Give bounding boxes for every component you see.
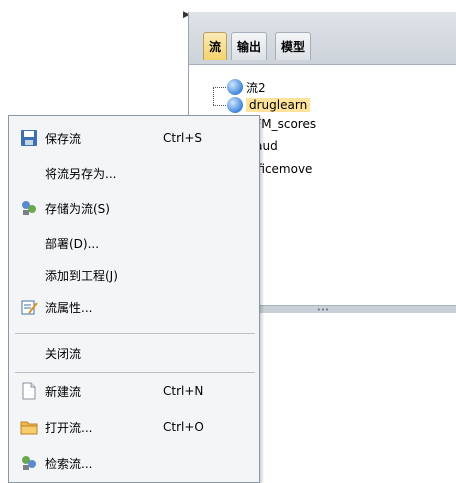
menu-item-close-stream[interactable]: 关闭流 [9, 338, 259, 368]
menu-item-new-stream[interactable]: 新建流 Ctrl+N [9, 376, 259, 406]
stream-label: druglearn [246, 98, 311, 112]
menu-shortcut: Ctrl+S [163, 131, 203, 145]
menu-label: 部署(D)... [45, 236, 100, 251]
stream-icon [227, 97, 243, 113]
stream-label: 流2 [246, 80, 266, 95]
menu-item-deploy[interactable]: 部署(D)... [9, 228, 259, 258]
retrieve-icon [22, 456, 36, 470]
stream-icon [227, 79, 243, 95]
tab-models[interactable]: 模型 [275, 32, 312, 60]
menu-item-save-stream[interactable]: 保存流 Ctrl+S [9, 123, 259, 153]
list-item[interactable]: 流2 [227, 78, 266, 96]
save-icon [21, 130, 37, 146]
menu-item-stream-properties[interactable]: 流属性... [9, 292, 259, 322]
menu-label: 存储为流(S) [45, 201, 110, 216]
menu-label: 添加到工程(J) [45, 268, 118, 283]
menu-item-store-stream[interactable]: 存储为流(S) [9, 193, 259, 223]
menu-item-retrieve-stream[interactable]: 检索流... [9, 448, 259, 478]
tab-streams[interactable]: 流 [203, 32, 228, 60]
menu-separator [15, 333, 255, 334]
tab-bar: 流 输出 模型 [189, 12, 456, 64]
menu-label: 关闭流 [45, 346, 82, 361]
menu-item-add-to-project[interactable]: 添加到工程(J) [9, 260, 259, 290]
folder-icon [20, 421, 38, 435]
menu-label: 流属性... [45, 300, 93, 315]
menu-shortcut: Ctrl+O [163, 420, 204, 434]
tab-outputs[interactable]: 输出 [231, 32, 268, 60]
menu-label: 打开流... [45, 420, 93, 435]
tree-connector [213, 87, 214, 105]
menu-label: 检索流... [45, 456, 93, 471]
list-item[interactable]: druglearn [227, 96, 311, 114]
stream-context-menu: 保存流 Ctrl+S 将流另存为... 存储为流(S) 部署(D)... 添加到… [8, 115, 260, 483]
menu-shortcut: Ctrl+N [163, 384, 204, 398]
menu-item-open-stream[interactable]: 打开流... Ctrl+O [9, 412, 259, 442]
menu-label: 将流另存为... [45, 166, 117, 181]
tree-connector [213, 105, 226, 106]
menu-item-save-stream-as[interactable]: 将流另存为... [9, 158, 259, 188]
properties-icon [21, 300, 38, 315]
store-icon [22, 201, 36, 215]
menu-label: 新建流 [45, 384, 82, 399]
menu-label: 保存流 [45, 131, 82, 146]
menu-separator [15, 372, 255, 373]
tree-connector [213, 87, 226, 88]
new-file-icon [22, 382, 36, 400]
